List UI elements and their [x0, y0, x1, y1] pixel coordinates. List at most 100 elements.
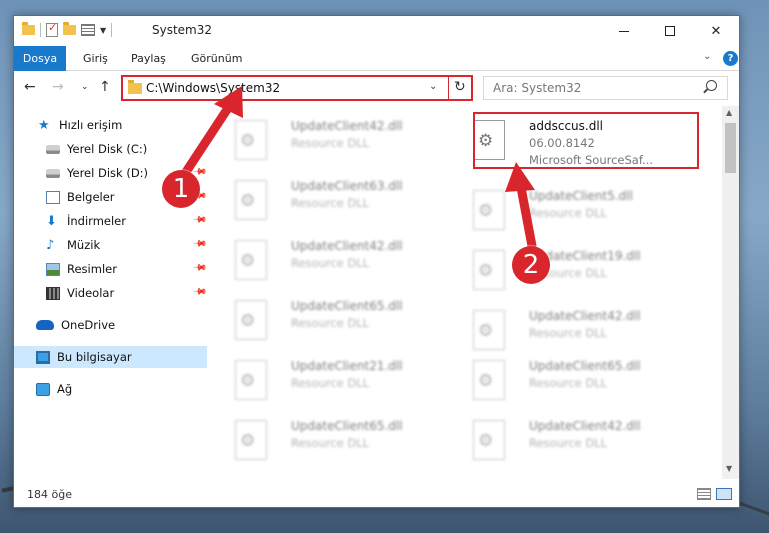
expand-ribbon-chevron-icon[interactable]: ⌄ [703, 51, 711, 62]
search-input[interactable]: Ara: System32 [483, 76, 728, 100]
file-name: UpdateClient65.dll [291, 299, 403, 313]
recent-locations-chevron-icon[interactable]: ⌄ [81, 82, 89, 92]
file-explorer-window: ▼ System32 ✕ Dosya Giriş Paylaş Görünüm … [13, 15, 740, 508]
file-item[interactable]: UpdateClient65.dll Resource DLL [455, 354, 685, 410]
address-history-chevron-icon[interactable]: ⌄ [429, 81, 437, 92]
documents-icon [46, 190, 60, 204]
file-item[interactable]: UpdateClient65.dll Resource DLL [217, 414, 447, 470]
close-button[interactable]: ✕ [693, 16, 739, 46]
quick-access-toolbar: ▼ [22, 21, 113, 37]
file-name: UpdateClient42.dll [529, 309, 641, 323]
dll-file-icon [473, 310, 505, 350]
file-item[interactable]: UpdateClient42.dll Resource DLL [217, 234, 447, 290]
help-icon[interactable]: ? [723, 51, 738, 66]
new-folder-icon[interactable] [63, 22, 76, 35]
tab-file[interactable]: Dosya [14, 46, 66, 71]
file-item[interactable]: UpdateClient42.dll Resource DLL [217, 114, 447, 170]
scroll-up-arrow-icon[interactable]: ▲ [726, 108, 732, 117]
scroll-down-arrow-icon[interactable]: ▼ [726, 464, 732, 473]
dll-file-icon [473, 250, 505, 290]
sidebar-item-downloads[interactable]: ⬇ İndirmeler 📌 [14, 210, 207, 232]
dll-file-icon [473, 420, 505, 460]
address-divider [448, 77, 449, 99]
file-name: UpdateClient65.dll [529, 359, 641, 373]
sidebar-item-label: Hızlı erişim [59, 118, 123, 132]
item-count: 184 öğe [27, 488, 72, 501]
scrollbar-thumb[interactable] [725, 123, 736, 173]
disk-icon [46, 144, 60, 154]
sidebar-item-label: OneDrive [61, 318, 116, 332]
star-icon: ★ [38, 117, 50, 133]
minimize-icon [619, 30, 629, 32]
pin-icon[interactable]: 📌 [192, 260, 207, 275]
sidebar-item-label: Resimler [67, 262, 117, 276]
refresh-icon[interactable]: ↻ [454, 79, 466, 95]
dll-file-icon [235, 180, 267, 220]
file-item[interactable]: UpdateClient42.dll Resource DLL [455, 304, 685, 360]
details-view-icon[interactable] [697, 488, 711, 500]
tab-share[interactable]: Paylaş [131, 46, 166, 71]
file-item[interactable]: UpdateClient63.dll Resource DLL [217, 174, 447, 230]
forward-arrow-icon[interactable]: → [52, 79, 64, 95]
dll-file-icon [235, 360, 267, 400]
file-type: Resource DLL [529, 326, 608, 340]
file-type: Resource DLL [529, 206, 608, 220]
sidebar-item-pictures[interactable]: Resimler 📌 [14, 258, 207, 280]
dll-file-icon [473, 190, 505, 230]
view-layout-icon[interactable] [81, 24, 95, 36]
tab-view[interactable]: Görünüm [191, 46, 242, 71]
sidebar-item-label: Yerel Disk (D:) [67, 166, 149, 180]
sidebar-item-label: Bu bilgisayar [57, 350, 132, 364]
back-arrow-icon[interactable]: ← [24, 79, 36, 95]
search-icon[interactable] [706, 80, 717, 91]
properties-icon[interactable] [46, 21, 58, 37]
file-name: UpdateClient42.dll [291, 119, 403, 133]
maximize-button[interactable] [647, 16, 693, 46]
file-type: Resource DLL [529, 376, 608, 390]
file-name: UpdateClient21.dll [291, 359, 403, 373]
sidebar-item-music[interactable]: ♪ Müzik 📌 [14, 234, 207, 256]
folder-icon [128, 80, 142, 94]
downloads-icon: ⬇ [46, 213, 57, 229]
customize-toolbar-dropdown-icon[interactable]: ▼ [100, 26, 106, 35]
sidebar-item-label: Ağ [57, 382, 73, 396]
address-bar[interactable]: C:\Windows\System32 ⌄ ↻ [121, 75, 473, 101]
minimize-button[interactable] [601, 16, 647, 46]
vertical-scrollbar[interactable]: ▲ ▼ [722, 106, 739, 479]
callout-step-2: 2 [512, 246, 550, 284]
pin-icon[interactable]: 📌 [192, 212, 207, 227]
pin-icon[interactable]: 📌 [192, 284, 207, 299]
sidebar-item-label: İndirmeler [67, 214, 126, 228]
file-item[interactable]: UpdateClient19.dll Resource DLL [455, 244, 685, 300]
address-path[interactable]: C:\Windows\System32 [146, 81, 280, 95]
file-type: Resource DLL [291, 316, 370, 330]
file-name: UpdateClient42.dll [291, 239, 403, 253]
file-item[interactable]: UpdateClient5.dll Resource DLL [455, 184, 685, 240]
highlight-box [473, 112, 699, 169]
sidebar-item-network[interactable]: Ağ [14, 378, 207, 400]
navigation-bar: ← → ⌄ ↑ C:\Windows\System32 ⌄ ↻ Ara: Sys… [14, 72, 739, 104]
file-item[interactable]: UpdateClient65.dll Resource DLL [217, 294, 447, 350]
file-item[interactable]: UpdateClient42.dll Resource DLL [455, 414, 685, 470]
sidebar-item-videos[interactable]: Videolar 📌 [14, 282, 207, 304]
large-icons-view-icon[interactable] [716, 488, 732, 500]
dll-file-icon [235, 120, 267, 160]
network-icon [36, 382, 50, 396]
music-icon: ♪ [46, 237, 55, 253]
file-list: UpdateClient42.dll Resource DLL UpdateCl… [217, 106, 722, 479]
disk-icon [46, 168, 60, 178]
file-type: Resource DLL [291, 136, 370, 150]
file-item[interactable]: UpdateClient21.dll Resource DLL [217, 354, 447, 410]
folder-icon[interactable] [22, 22, 35, 35]
file-name: UpdateClient63.dll [291, 179, 403, 193]
sidebar-item-this-pc[interactable]: Bu bilgisayar [14, 346, 207, 368]
sidebar-item-onedrive[interactable]: OneDrive [14, 314, 207, 336]
toolbar-divider [111, 23, 113, 37]
up-arrow-icon[interactable]: ↑ [99, 79, 111, 95]
title-bar: ▼ System32 ✕ [14, 16, 739, 46]
tab-home[interactable]: Giriş [83, 46, 108, 71]
sidebar-item-quick-access[interactable]: ★ Hızlı erişim [14, 114, 207, 136]
sidebar-item-local-disk-c[interactable]: Yerel Disk (C:) [14, 138, 207, 160]
pin-icon[interactable]: 📌 [192, 236, 207, 251]
dll-file-icon [235, 420, 267, 460]
